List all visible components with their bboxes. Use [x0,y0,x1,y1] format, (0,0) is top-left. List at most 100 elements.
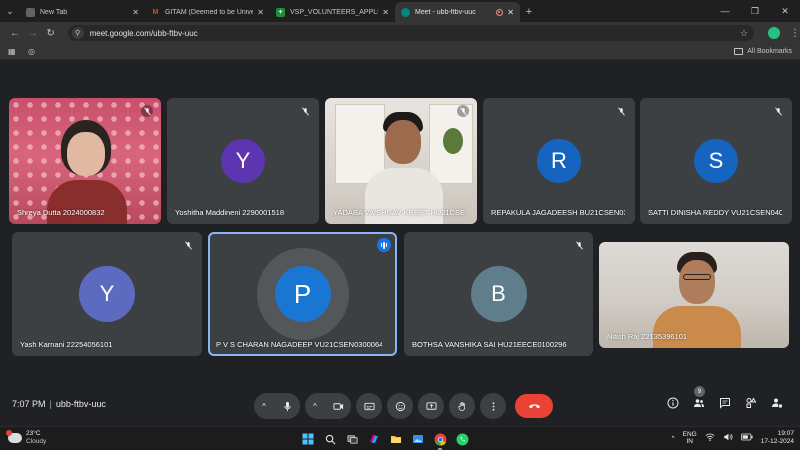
tab-label: New Tab [40,8,68,16]
camera-button[interactable] [325,393,351,419]
raise-hand-button[interactable] [449,393,475,419]
close-icon[interactable]: ✕ [257,8,264,17]
url-text[interactable]: meet.google.com/ubb-ftbv-uuc [90,29,740,38]
whatsapp-icon[interactable] [454,431,470,447]
system-clock[interactable]: 19:07 17-12-2024 [761,430,794,446]
host-controls-button[interactable] [770,396,784,410]
speaking-indicator-icon [377,238,391,252]
participant-tile[interactable]: Y Yoshitha Maddineni 2290001518 [167,98,319,224]
all-bookmarks-button[interactable]: All Bookmarks [734,48,792,55]
leave-call-button[interactable] [515,394,553,418]
present-screen-button[interactable] [418,393,444,419]
tab-label: Meet - ubb-ftbv-uuc [415,8,476,16]
clock-date: 17-12-2024 [760,438,794,445]
close-icon[interactable]: ✕ [507,8,514,17]
address-bar[interactable]: ⚲ meet.google.com/ubb-ftbv-uuc ☆ [67,25,755,41]
participant-tile[interactable]: B BOTHSA VANSHIKA SAI HU21EECE0100296 [404,232,593,356]
minimize-icon[interactable]: — [710,6,740,16]
chat-icon [720,398,730,409]
close-icon[interactable]: ✕ [132,8,139,17]
gmail-favicon-icon: M [152,8,159,16]
back-icon[interactable]: ← [6,28,24,39]
extension-icon[interactable] [768,27,781,39]
participant-tile[interactable]: R REPAKULA JAGADEESH BU21CSEN03... [483,98,635,224]
close-window-icon[interactable]: ✕ [770,6,800,17]
mic-off-icon [141,105,153,117]
meeting-time: 7:07 PM [12,399,46,409]
participant-name: Shreya Dutta 2024000832 [17,208,105,217]
window-controls: — ❐ ✕ [710,0,800,22]
file-explorer-icon[interactable] [388,431,404,447]
speaker-icon[interactable] [723,432,733,444]
new-tab-button[interactable]: + [520,2,538,22]
participant-name: BOTHSA VANSHIKA SAI HU21EECE0100296 [412,340,567,349]
participant-name: SATTI DINISHA REDDY VU21CSEN040... [648,208,782,217]
participant-tile[interactable]: YADABA VAISHNAV KREET HU21CSE... [325,98,477,224]
tab-search-icon[interactable]: ⌄ [0,0,20,22]
mic-off-icon [299,105,311,117]
site-info-icon[interactable]: ⚲ [71,27,84,39]
tab-gitam[interactable]: M GITAM (Deemed to be University) ✕ [145,2,270,22]
people-button[interactable]: 9 [692,386,706,410]
participant-tile[interactable]: Nitish Raj 22135396101 [599,242,789,348]
shapes-icon [746,397,757,408]
participant-tile-speaking[interactable]: P P V S CHARAN NAGADEEP VU21CSEN0300064 [208,232,397,356]
cloud-icon [6,429,22,443]
taskbar-apps [300,431,470,450]
menu-kebab-icon[interactable]: ⋮ [790,28,800,39]
photos-icon[interactable] [410,431,426,447]
language-indicator[interactable]: ENG IN [683,431,697,445]
call-controls: ^ ^ [254,392,553,420]
participant-tile[interactable]: Shreya Dutta 2024000832 [9,98,161,224]
hand-icon [457,401,465,411]
tab-meet[interactable]: Meet - ubb-ftbv-uuc ✕ [395,2,520,22]
mic-off-icon [573,239,585,251]
battery-icon[interactable] [740,433,753,443]
participant-name: Yoshitha Maddineni 2290001518 [175,208,284,217]
mic-off-icon [182,239,194,251]
audio-options-chevron-icon[interactable]: ^ [254,402,274,411]
participant-name: Nitish Raj 22135396101 [607,332,688,341]
chat-button[interactable] [718,396,732,410]
avatar: Y [79,266,135,322]
chrome-web-icon[interactable]: ◎ [28,47,40,56]
clock-time: 19:07 [777,430,794,437]
meeting-details-button[interactable] [666,396,680,410]
microphone-icon [283,401,291,411]
captions-button[interactable] [356,393,382,419]
tab-label: VSP_VOLUNTEERS_APPLICATION [290,8,378,16]
avatar: B [470,266,527,322]
copilot-icon[interactable] [366,431,382,447]
info-icon [667,397,679,409]
avatar: S [694,139,738,183]
avatar: P [274,266,331,322]
participant-name: P V S CHARAN NAGADEEP VU21CSEN0300064 [216,340,383,349]
show-hidden-icons-chevron-icon[interactable]: ^ [672,435,675,442]
participant-tile[interactable]: S SATTI DINISHA REDDY VU21CSEN040... [640,98,792,224]
forward-icon[interactable]: → [24,28,42,39]
participant-tile[interactable]: Y Yash Karnani 22254056101 [12,232,202,356]
more-vert-icon [492,401,494,411]
activities-button[interactable] [744,396,758,410]
search-icon[interactable] [322,431,338,447]
video-options-chevron-icon[interactable]: ^ [305,402,325,411]
tab-vsp-volunteers[interactable]: + VSP_VOLUNTEERS_APPLICATION ✕ [270,2,395,22]
more-options-button[interactable] [480,393,506,419]
microphone-button[interactable] [274,393,300,419]
close-icon[interactable]: ✕ [382,8,389,17]
hang-up-icon [528,404,540,409]
bookmark-star-icon[interactable]: ☆ [740,28,748,39]
weather-widget[interactable]: 23°C Cloudy [6,429,46,445]
task-view-icon[interactable] [344,431,360,447]
restore-icon[interactable]: ❐ [740,6,770,17]
windows-start-icon[interactable] [300,431,316,447]
reload-icon[interactable]: ↻ [42,28,60,39]
wifi-icon[interactable] [705,432,715,444]
chrome-icon[interactable] [432,431,448,450]
participant-name: Yash Karnani 22254056101 [20,340,113,349]
apps-grid-icon[interactable]: ▦ [8,47,20,56]
all-bookmarks-label: All Bookmarks [747,48,792,55]
tab-new-tab[interactable]: New Tab ✕ [20,2,145,22]
avatar: R [537,139,581,183]
reactions-button[interactable] [387,393,413,419]
